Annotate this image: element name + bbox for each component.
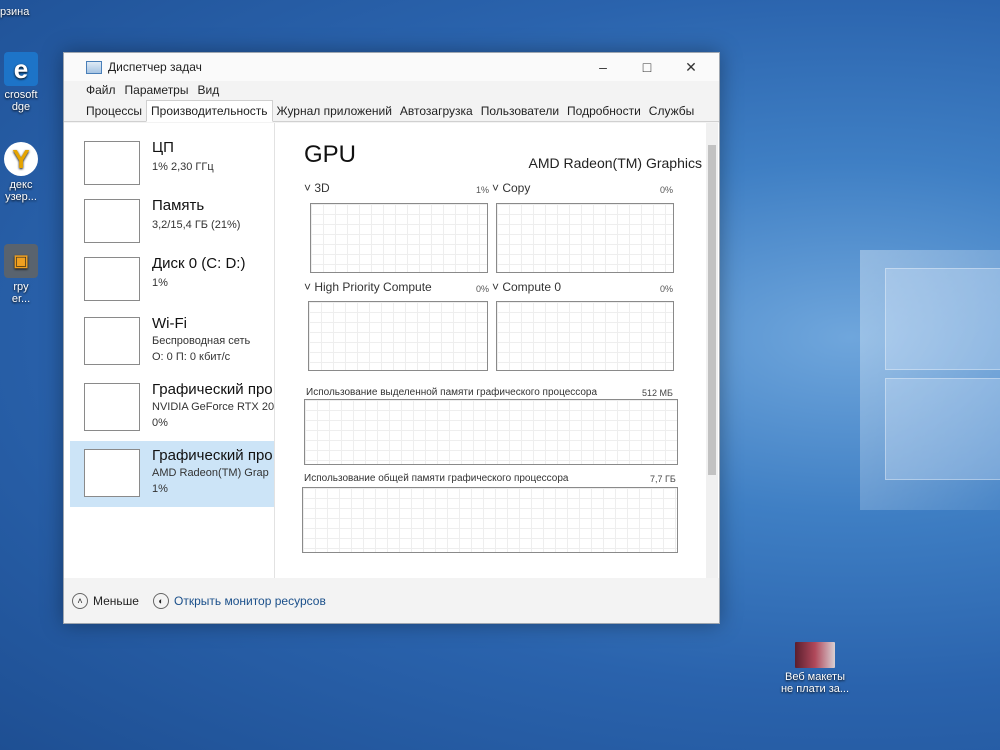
vertical-scrollbar[interactable] [706, 123, 718, 578]
desktop-icon-label: rpy [13, 281, 29, 293]
sidebar-item-title: ЦП [152, 139, 174, 156]
sidebar-item-cpu[interactable]: ЦП 1% 2,30 ГГц [70, 133, 274, 195]
wifi-thumbnail-graph [84, 317, 140, 365]
yandex-icon: Y [4, 142, 38, 176]
open-resource-monitor-link[interactable]: ◐ Открыть монитор ресурсов [152, 592, 326, 609]
sidebar-item-title: Диск 0 (C: D:) [152, 255, 246, 272]
sidebar-item-detail: NVIDIA GeForce RTX 20 [152, 401, 275, 413]
engine-3d-label[interactable]: ˅ 3D [304, 181, 330, 195]
desktop-icon-edge[interactable]: e crosoft dge [0, 52, 42, 113]
desktop-icon-label: crosoft [4, 89, 38, 101]
menu-bar: Файл Параметры Вид [64, 81, 719, 99]
dedicated-memory-graph [304, 399, 678, 465]
open-resource-monitor-label: Открыть монитор ресурсов [173, 593, 326, 608]
engine-copy-graph [496, 203, 674, 273]
desktop-icon-app[interactable]: ▣ rpy er... [0, 244, 42, 305]
shared-memory-graph [302, 487, 678, 553]
tab-startup[interactable]: Автозагрузка [396, 101, 477, 121]
task-manager-window: Диспетчер задач – □ ✕ Файл Параметры Вид… [63, 52, 720, 624]
sidebar-item-wifi[interactable]: Wi-Fi Беспроводная сеть О: 0 П: 0 кбит/с [70, 309, 274, 375]
footer-bar: ˄ Меньше ◐ Открыть монитор ресурсов [64, 578, 719, 623]
memory-thumbnail-graph [84, 199, 140, 243]
sidebar-item-detail: AMD Radeon(TM) Grap [152, 467, 269, 479]
desktop-icon-label: не плати за... [780, 683, 850, 695]
engine-high-priority-pct: 0% [476, 284, 490, 294]
tab-app-history[interactable]: Журнал приложений [273, 101, 396, 121]
menu-view[interactable]: Вид [197, 83, 219, 97]
maximize-button[interactable]: □ [625, 53, 669, 81]
engine-copy-pct: 0% [660, 185, 674, 195]
sidebar-item-title: Графический про [152, 447, 273, 464]
sidebar-item-gpu-amd[interactable]: Графический про AMD Radeon(TM) Grap 1% [70, 441, 274, 507]
resource-monitor-icon: ◐ [152, 592, 169, 609]
tab-services[interactable]: Службы [645, 101, 698, 121]
dedicated-memory-value: 512 МБ [642, 388, 673, 398]
menu-file[interactable]: Файл [86, 83, 116, 97]
desktop-icon-label: узер... [5, 191, 37, 203]
title-bar: Диспетчер задач – □ ✕ [64, 53, 719, 81]
engine-high-priority-graph [308, 301, 488, 371]
sidebar-item-title: Память [152, 197, 205, 214]
app-icon: ▣ [4, 244, 38, 278]
window-title: Диспетчер задач [108, 60, 202, 74]
fewer-details-button[interactable]: ˄ Меньше [72, 592, 139, 609]
desktop-icon-label: dge [11, 101, 31, 113]
desktop-icon-web-mockups[interactable]: Веб макеты не плати за... [775, 642, 855, 695]
engine-compute-pct: 0% [660, 284, 674, 294]
sidebar-item-detail: О: 0 П: 0 кбит/с [152, 351, 231, 363]
sidebar-item-detail: Беспроводная сеть [152, 335, 251, 347]
dedicated-memory-label: Использование выделенной памяти графичес… [306, 387, 598, 398]
tab-details[interactable]: Подробности [563, 101, 645, 121]
desktop-icon-yandex[interactable]: Y декс узер... [0, 142, 42, 203]
sidebar-item-memory[interactable]: Память 3,2/15,4 ГБ (21%) [70, 191, 274, 253]
disk-thumbnail-graph [84, 257, 140, 301]
close-button[interactable]: ✕ [669, 53, 713, 81]
gpu-nvidia-thumbnail-graph [84, 383, 140, 431]
sidebar-item-detail: 3,2/15,4 ГБ (21%) [152, 219, 241, 231]
edge-icon: e [4, 52, 38, 86]
fewer-details-label: Меньше [93, 593, 139, 608]
cpu-thumbnail-graph [84, 141, 140, 185]
performance-sidebar: ЦП 1% 2,30 ГГц Память 3,2/15,4 ГБ (21%) … [64, 123, 275, 578]
tab-users[interactable]: Пользователи [477, 101, 563, 121]
sidebar-item-gpu-nvidia[interactable]: Графический про NVIDIA GeForce RTX 20 0% [70, 375, 274, 441]
task-manager-icon [86, 60, 102, 74]
gpu-amd-thumbnail-graph [84, 449, 140, 497]
engine-3d-graph [310, 203, 488, 273]
windows-logo-wallpaper [885, 268, 1000, 480]
shared-memory-value: 7,7 ГБ [650, 474, 676, 484]
engine-copy-label[interactable]: ˅ Copy [492, 181, 530, 195]
chevron-up-icon: ˄ [72, 592, 88, 609]
tab-performance[interactable]: Производительность [146, 100, 273, 122]
engine-compute-graph [496, 301, 674, 371]
sidebar-item-detail: 1% 2,30 ГГц [152, 161, 214, 173]
desktop-icon-label: декс [9, 179, 33, 191]
sidebar-item-title: Wi-Fi [152, 315, 187, 332]
sidebar-item-detail: 0% [152, 417, 168, 429]
gpu-device-name: AMD Radeon(TM) Graphics [528, 155, 703, 171]
gpu-detail-panel: GPU AMD Radeon(TM) Graphics ˅ 3D 1% ˅ Co… [292, 123, 702, 578]
sidebar-item-detail: 1% [152, 277, 168, 289]
sidebar-item-title: Графический про [152, 381, 273, 398]
performance-content: ЦП 1% 2,30 ГГц Память 3,2/15,4 ГБ (21%) … [64, 123, 719, 578]
engine-compute-label[interactable]: ˅ Compute 0 [492, 280, 561, 294]
sidebar-item-detail: 1% [152, 483, 168, 495]
engine-3d-pct: 1% [476, 185, 490, 195]
scrollbar-thumb[interactable] [708, 145, 716, 475]
desktop-icon-label: er... [11, 293, 31, 305]
menu-options[interactable]: Параметры [125, 83, 189, 97]
desktop-icon-label: Веб макеты [784, 671, 845, 683]
web-mockups-thumbnail-icon [795, 642, 835, 668]
sidebar-item-disk[interactable]: Диск 0 (C: D:) 1% [70, 249, 274, 311]
minimize-button[interactable]: – [581, 53, 625, 81]
desktop-recycle-label: рзина [0, 6, 30, 18]
tab-processes[interactable]: Процессы [82, 101, 146, 121]
shared-memory-label: Использование общей памяти графического … [304, 473, 569, 484]
tab-bar: Процессы Производительность Журнал прило… [64, 99, 719, 122]
engine-high-priority-label[interactable]: ˅ High Priority Compute [304, 280, 432, 294]
gpu-title: GPU [304, 141, 357, 168]
